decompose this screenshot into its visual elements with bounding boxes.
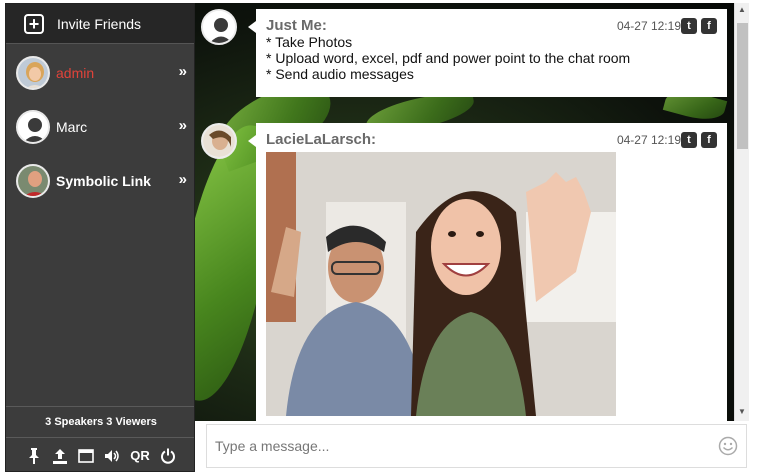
volume-icon[interactable] bbox=[104, 448, 120, 464]
avatar bbox=[16, 56, 50, 90]
message-bubble: Just Me: * Take Photos * Upload word, ex… bbox=[248, 9, 727, 97]
user-name: Symbolic Link bbox=[56, 173, 151, 189]
message-line: * Take Photos bbox=[266, 34, 353, 50]
scroll-down-icon[interactable]: ▼ bbox=[738, 407, 746, 416]
user-item-symbolic-link[interactable]: Symbolic Link » bbox=[6, 154, 194, 208]
user-name: Marc bbox=[56, 119, 88, 135]
upload-icon[interactable] bbox=[52, 448, 68, 464]
avatar bbox=[16, 164, 50, 198]
sidebar: + Invite Friends admin » Marc » Symbolic… bbox=[5, 3, 195, 472]
invite-friends-label: Invite Friends bbox=[57, 15, 142, 32]
message-line: * Send audio messages bbox=[266, 66, 414, 82]
avatar[interactable] bbox=[201, 123, 237, 159]
avatar[interactable] bbox=[201, 9, 237, 45]
plus-icon: + bbox=[24, 13, 44, 34]
message-line: * Upload word, excel, pdf and power poin… bbox=[266, 50, 631, 66]
chevron-right-icon[interactable]: » bbox=[179, 63, 188, 80]
participant-counts: 3 Speakers 3 Viewers bbox=[6, 406, 194, 438]
power-icon[interactable] bbox=[160, 448, 176, 464]
user-item-admin[interactable]: admin » bbox=[6, 46, 194, 100]
chat-scrollbar[interactable]: ▲ ▼ bbox=[734, 3, 749, 421]
facebook-share-icon[interactable]: f bbox=[701, 132, 717, 148]
avatar bbox=[16, 110, 50, 144]
twitter-share-icon[interactable]: t bbox=[681, 132, 697, 148]
twitter-share-icon[interactable]: t bbox=[681, 18, 697, 34]
chat-area[interactable]: Just Me: * Take Photos * Upload word, ex… bbox=[195, 3, 734, 421]
user-name: admin bbox=[56, 65, 95, 81]
window-icon[interactable] bbox=[78, 448, 95, 464]
qr-button[interactable]: QR bbox=[130, 448, 150, 464]
pin-icon[interactable] bbox=[26, 447, 42, 464]
message-composer bbox=[206, 424, 747, 468]
user-item-marc[interactable]: Marc » bbox=[6, 100, 194, 154]
invite-friends-button[interactable]: + Invite Friends bbox=[6, 4, 194, 44]
message-time: 04-27 12:19 bbox=[616, 133, 681, 147]
facebook-share-icon[interactable]: f bbox=[701, 18, 717, 34]
message-input[interactable] bbox=[215, 438, 705, 454]
toolbar: QR bbox=[6, 438, 194, 471]
scroll-up-icon[interactable]: ▲ bbox=[738, 5, 746, 14]
shared-photo[interactable] bbox=[266, 152, 616, 416]
message-time: 04-27 12:19 bbox=[616, 19, 681, 33]
emoji-icon[interactable] bbox=[718, 436, 738, 456]
chevron-right-icon[interactable]: » bbox=[179, 117, 188, 134]
chevron-right-icon[interactable]: » bbox=[179, 171, 188, 188]
scrollbar-thumb[interactable] bbox=[737, 23, 748, 149]
